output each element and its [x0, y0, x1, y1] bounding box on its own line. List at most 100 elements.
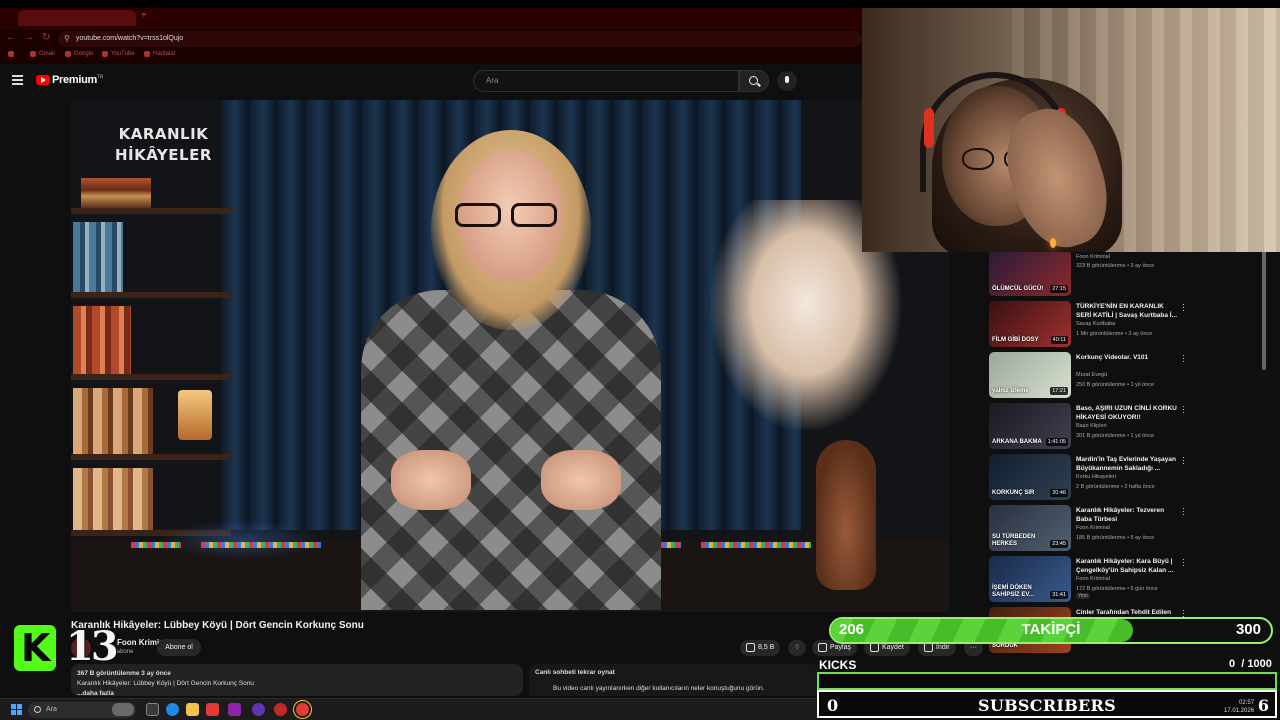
books	[73, 468, 153, 530]
download-icon	[924, 643, 933, 652]
recommendation-thumbnail[interactable]: KORKUNÇ SIR 20:46	[989, 454, 1071, 500]
recommendation-title[interactable]: TÜRKİYE'NİN EN KARANLIK SERİ KATİLİ | Sa…	[1076, 302, 1180, 320]
widget-icon[interactable]	[112, 703, 134, 716]
more-options-icon[interactable]: · · ·	[1182, 351, 1185, 366]
like-button[interactable]: 8,5 B	[740, 640, 781, 656]
recommendation-channel[interactable]: Foon Kriminal	[1076, 525, 1110, 531]
app-icon[interactable]	[228, 703, 241, 716]
menu-icon[interactable]	[12, 75, 23, 85]
shelf	[71, 454, 231, 460]
youtube-logo-icon[interactable]	[36, 75, 50, 85]
description-box[interactable]: 367 B görüntülenme 3 ay önce Karanlık Hi…	[71, 664, 523, 697]
recommendation-item[interactable]: ÖLÜMCÜL GÜCÜ! 27:15 Foon Kriminal 323 B gör…	[986, 250, 1266, 298]
recommendation-channel[interactable]: Foon Kriminal	[1076, 576, 1110, 582]
follower-goal-target: 300	[1235, 621, 1261, 638]
lock-icon[interactable]: ⚲	[64, 31, 70, 47]
recommendation-channel[interactable]: Foon Kriminal	[1076, 254, 1110, 260]
recommendation-item[interactable]: KORKUNÇ SIR 20:46 Mardin'in Taş Evlerinde …	[986, 453, 1266, 502]
dislike-button[interactable]: ♢	[788, 640, 807, 656]
recommendation-thumbnail[interactable]: ARKANA BAKMA 1:41:05	[989, 403, 1071, 449]
lamp	[178, 390, 212, 440]
recommendation-title[interactable]: Karanlık Hikâyeler: Tezveren Baba Türbes…	[1076, 506, 1180, 524]
map-pin-icon	[144, 51, 150, 57]
url-text: youtube.com/watch?v=trss1olQujo	[76, 35, 184, 42]
thumbnail-text: KORKUNÇ SIR	[992, 490, 1035, 496]
shelf	[71, 292, 231, 298]
chrome-icon[interactable]	[296, 703, 309, 716]
subscribe-button[interactable]: Abone ol	[157, 639, 201, 656]
presenter-glasses	[455, 203, 559, 227]
video-player[interactable]: KARANLIK HİKÂYELER	[71, 100, 949, 612]
app-icon[interactable]	[252, 703, 265, 716]
recommendation-item[interactable]: ARKANA BAKMA 1:41:05 Baso, AŞIRI UZUN CİNL…	[986, 402, 1266, 451]
recommendation-item[interactable]: SU TÜRBEDEN HERKES 23:45 Karanlık Hikâyele…	[986, 504, 1266, 553]
forward-icon[interactable]: →	[24, 32, 34, 43]
tab-bar: +	[0, 8, 862, 30]
recommendation-thumbnail[interactable]: ÖLÜMCÜL GÜCÜ! 27:15	[989, 250, 1071, 296]
bookmark-google[interactable]: Google	[65, 51, 93, 57]
thumbnail-text: ARKANA BAKMA	[992, 439, 1042, 445]
youtube-brand[interactable]: PremiumTR	[52, 74, 103, 86]
back-icon[interactable]: ←	[6, 32, 16, 43]
video-duration: 27:15	[1050, 285, 1068, 293]
edge-icon[interactable]	[166, 703, 179, 716]
follower-goal-label: TAKİPÇİ	[1021, 621, 1081, 638]
new-badge: Yeni	[1076, 593, 1090, 599]
recommendation-channel[interactable]: Murat Evegü	[1076, 372, 1107, 378]
browser-tab[interactable]	[18, 10, 136, 26]
youtube-icon	[102, 51, 108, 57]
google-icon	[65, 51, 71, 57]
microphone-icon[interactable]	[777, 71, 797, 91]
recommendation-thumbnail[interactable]: yalnız izleme 17:21	[989, 352, 1071, 398]
recommendation-title[interactable]: Karanlık Hikâyeler: Kara Büyü | Çengelkö…	[1076, 557, 1180, 575]
search-button[interactable]	[739, 70, 769, 92]
recommendation-channel[interactable]: Savaş Kurtbaba	[1076, 321, 1115, 327]
task-view-icon[interactable]	[146, 703, 159, 716]
recommendation-item[interactable]: İŞEMİ DÖKEN SAHİPSİZ EV... 31:41 Karanlık …	[986, 555, 1266, 604]
bookmark-apps-icon[interactable]	[8, 51, 14, 57]
youtube-header: PremiumTR Ara	[0, 64, 990, 98]
recommendation-thumbnail[interactable]: İŞEMİ DÖKEN SAHİPSİZ EV... 31:41	[989, 556, 1071, 602]
recommendation-channel[interactable]: Başo Klipleri	[1076, 423, 1107, 429]
video-duration: 23:45	[1050, 540, 1068, 548]
url-bar[interactable]: ⚲ youtube.com/watch?v=trss1olQujo	[58, 31, 862, 47]
recommendation-title[interactable]: Mardin'in Taş Evlerinde Yaşayan Büyükann…	[1076, 455, 1180, 473]
more-options-icon[interactable]: · · ·	[1182, 300, 1185, 315]
search-icon	[34, 706, 41, 713]
video-overlay-title: KARANLIK HİKÂYELER	[115, 125, 212, 164]
thumbnail-text: SORDUK	[992, 643, 1019, 649]
recommendation-meta: 172 B görüntülenme • 6 gün önce	[1076, 586, 1158, 592]
recommendation-title[interactable]: Baso, AŞIRI UZUN CİNLİ KORKU HİKAYESİ OK…	[1076, 404, 1180, 422]
scrollbar[interactable]	[1262, 250, 1266, 370]
recommendation-thumbnail[interactable]: SU TÜRBEDEN HERKES 23:45	[989, 505, 1071, 551]
more-options-icon[interactable]: · · ·	[1182, 402, 1185, 417]
recommendation-thumbnail[interactable]: FİLM GİBİ DOSY 40:11	[989, 301, 1071, 347]
bookmark-maps[interactable]: Haritalar	[144, 51, 176, 57]
new-tab-icon[interactable]: +	[141, 10, 147, 21]
windows-start-icon[interactable]	[11, 704, 22, 715]
bookmark-youtube[interactable]: YouTube	[102, 51, 135, 57]
thumbs-down-icon: ♢	[794, 644, 801, 651]
more-options-icon[interactable]: · · ·	[1182, 453, 1185, 468]
search-input[interactable]: Ara	[473, 70, 739, 92]
reload-icon[interactable]: ↻	[42, 32, 50, 43]
recommendation-item[interactable]: yalnız izleme 17:21 Korkunç Videolar. V101…	[986, 351, 1266, 400]
books	[73, 222, 123, 292]
recommendation-title[interactable]: Korkunç Videolar. V101	[1076, 353, 1180, 362]
bookmark-icon	[870, 643, 879, 652]
video-duration: 17:21	[1050, 387, 1068, 395]
more-options-icon[interactable]: · · ·	[1182, 555, 1185, 570]
recommendation-item[interactable]: FİLM GİBİ DOSY 40:11 TÜRKİYE'NİN EN KARANL…	[986, 300, 1266, 349]
video-duration: 40:11	[1050, 336, 1068, 344]
share-icon	[818, 643, 827, 652]
app-icon[interactable]	[274, 703, 287, 716]
thumbnail-text: FİLM GİBİ DOSY	[992, 337, 1039, 343]
folder-icon[interactable]	[186, 703, 199, 716]
chat-replay-title[interactable]: Canlı sohbeti tekrar oynat	[535, 668, 813, 678]
presenter-sweater	[361, 290, 661, 610]
description-views: 367 B görüntülenme 3 ay önce	[77, 670, 171, 677]
more-options-icon[interactable]: · · ·	[1182, 504, 1185, 519]
app-icon[interactable]	[206, 703, 219, 716]
recommendation-channel[interactable]: Korku Hikayeleri	[1076, 474, 1116, 480]
bookmark-gmail[interactable]: Gmail	[30, 51, 55, 57]
